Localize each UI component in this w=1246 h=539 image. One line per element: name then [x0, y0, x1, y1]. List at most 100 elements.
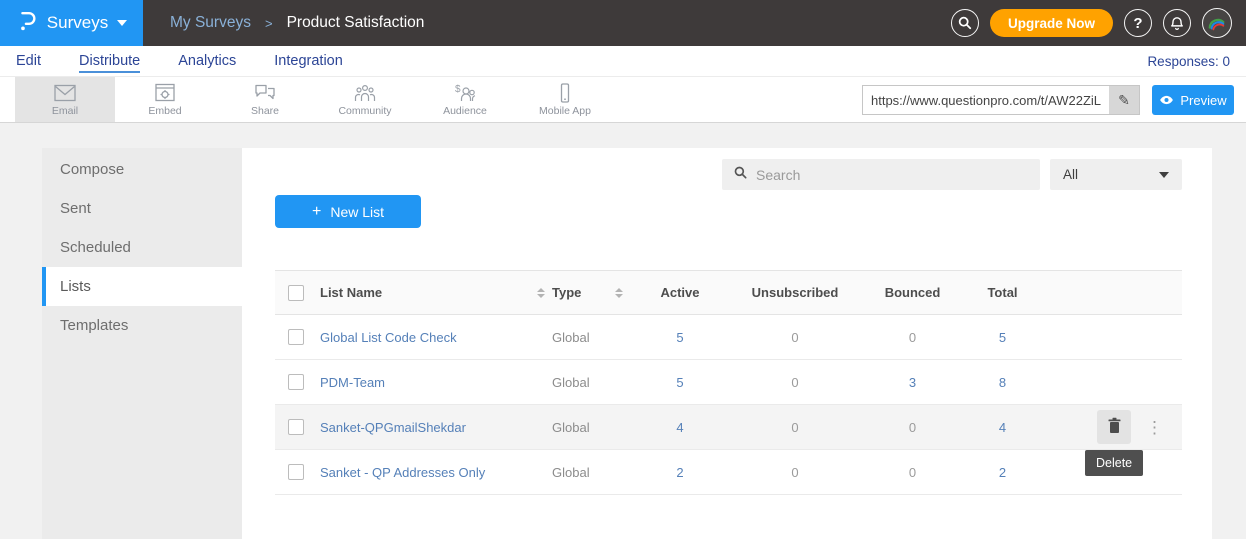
list-name-link[interactable]: PDM-Team	[320, 375, 530, 390]
total-count[interactable]: 4	[965, 420, 1040, 435]
chevron-down-icon	[117, 20, 127, 26]
brand-label: Surveys	[47, 13, 108, 33]
unsubscribed-count[interactable]: 0	[730, 375, 860, 390]
list-filter-dropdown[interactable]: All	[1050, 159, 1182, 190]
tool-audience-label: Audience	[443, 105, 487, 117]
unsubscribed-count[interactable]: 0	[730, 465, 860, 480]
help-icon[interactable]: ?	[1124, 9, 1152, 37]
lists-panel: All + New List List Name Type Active Uns…	[242, 148, 1212, 539]
user-avatar-icon[interactable]	[1202, 8, 1232, 38]
surveys-product-menu[interactable]: Surveys	[0, 0, 143, 46]
table-header-row: List Name Type Active Unsubscribed Bounc…	[275, 270, 1182, 315]
search-icon	[734, 166, 747, 184]
tool-email-label: Email	[52, 105, 78, 117]
bounced-count[interactable]: 0	[860, 420, 965, 435]
header-actions: Upgrade Now ?	[951, 8, 1246, 38]
bounced-count[interactable]: 0	[860, 330, 965, 345]
active-count[interactable]: 4	[630, 420, 730, 435]
notifications-bell-icon[interactable]	[1163, 9, 1191, 37]
tab-analytics[interactable]: Analytics	[178, 53, 236, 69]
tool-community[interactable]: Community	[315, 77, 415, 122]
list-type: Global	[552, 465, 608, 480]
preview-button[interactable]: Preview	[1152, 85, 1234, 115]
total-count[interactable]: 2	[965, 465, 1040, 480]
sidebar-item-compose[interactable]: Compose	[42, 150, 242, 189]
col-active: Active	[630, 285, 730, 300]
tab-integration[interactable]: Integration	[274, 53, 343, 69]
list-type: Global	[552, 330, 608, 345]
new-list-label: New List	[330, 204, 384, 220]
total-count[interactable]: 8	[965, 375, 1040, 390]
sidebar-item-templates[interactable]: Templates	[42, 306, 242, 345]
preview-label: Preview	[1180, 93, 1226, 108]
row-checkbox[interactable]	[288, 419, 304, 435]
breadcrumb: My Surveys > Product Satisfaction	[170, 14, 424, 32]
tab-distribute[interactable]: Distribute	[79, 53, 140, 69]
upgrade-now-button[interactable]: Upgrade Now	[990, 9, 1113, 37]
sidebar-item-lists[interactable]: Lists	[42, 267, 242, 306]
col-total: Total	[965, 285, 1040, 300]
active-count[interactable]: 5	[630, 375, 730, 390]
list-name-link[interactable]: Sanket - QP Addresses Only	[320, 465, 530, 480]
tab-edit[interactable]: Edit	[16, 53, 41, 69]
audience-icon: $	[453, 83, 477, 103]
breadcrumb-separator: >	[265, 16, 273, 31]
tool-mobile-app[interactable]: Mobile App	[515, 77, 615, 122]
col-bounced: Bounced	[860, 285, 965, 300]
row-checkbox[interactable]	[288, 329, 304, 345]
table-row: Global List Code Check Global 5 0 0 5	[275, 315, 1182, 360]
tool-audience[interactable]: $ Audience	[415, 77, 515, 122]
total-count[interactable]: 5	[965, 330, 1040, 345]
unsubscribed-count[interactable]: 0	[730, 420, 860, 435]
list-search	[722, 159, 1040, 190]
col-list-name[interactable]: List Name	[320, 285, 530, 300]
email-sidebar: Compose Sent Scheduled Lists Templates	[42, 148, 242, 539]
sort-icon[interactable]	[608, 288, 630, 298]
list-type: Global	[552, 420, 608, 435]
app-window: Surveys My Surveys > Product Satisfactio…	[0, 0, 1246, 539]
responses-count[interactable]: Responses: 0	[1147, 54, 1230, 69]
bounced-count[interactable]: 0	[860, 465, 965, 480]
email-icon	[53, 83, 77, 103]
sidebar-item-scheduled[interactable]: Scheduled	[42, 228, 242, 267]
survey-url-input[interactable]	[863, 86, 1109, 114]
list-name-link[interactable]: Global List Code Check	[320, 330, 530, 345]
kebab-menu-icon[interactable]: ⋮	[1143, 413, 1167, 443]
search-icon[interactable]	[951, 9, 979, 37]
questionpro-logo-icon	[16, 9, 38, 38]
filter-value: All	[1063, 167, 1078, 182]
search-input[interactable]	[756, 167, 1028, 183]
edit-url-pencil-icon[interactable]: ✎	[1109, 86, 1139, 114]
survey-url-field: ✎	[862, 85, 1140, 115]
breadcrumb-my-surveys[interactable]: My Surveys	[170, 14, 251, 32]
tool-community-label: Community	[338, 105, 391, 117]
sort-icon[interactable]	[530, 288, 552, 298]
tool-embed[interactable]: Embed	[115, 77, 215, 122]
bounced-count[interactable]: 3	[860, 375, 965, 390]
col-type[interactable]: Type	[552, 285, 608, 300]
distribute-toolbar: Email Embed Share Community $ Audience	[0, 77, 1246, 123]
table-row: Sanket - QP Addresses Only Global 2 0 0 …	[275, 450, 1182, 495]
row-checkbox[interactable]	[288, 374, 304, 390]
tool-share[interactable]: Share	[215, 77, 315, 122]
select-all-checkbox[interactable]	[288, 285, 304, 301]
list-type: Global	[552, 375, 608, 390]
unsubscribed-count[interactable]: 0	[730, 330, 860, 345]
active-count[interactable]: 2	[630, 465, 730, 480]
col-unsubscribed: Unsubscribed	[730, 285, 860, 300]
row-checkbox[interactable]	[288, 464, 304, 480]
tool-embed-label: Embed	[148, 105, 181, 117]
active-count[interactable]: 5	[630, 330, 730, 345]
list-name-link[interactable]: Sanket-QPGmailShekdar	[320, 420, 530, 435]
survey-nav: Edit Distribute Analytics Integration Re…	[0, 46, 1246, 77]
trash-icon	[1107, 417, 1122, 437]
sidebar-item-sent[interactable]: Sent	[42, 189, 242, 228]
table-row-hovered: Sanket-QPGmailShekdar Global 4 0 0 4 ⋮	[275, 405, 1182, 450]
top-header: Surveys My Surveys > Product Satisfactio…	[0, 0, 1246, 46]
tool-share-label: Share	[251, 105, 279, 117]
delete-list-button[interactable]	[1097, 410, 1131, 444]
delete-tooltip: Delete	[1085, 450, 1143, 476]
tool-email[interactable]: Email	[15, 77, 115, 122]
page-title: Product Satisfaction	[287, 14, 425, 32]
new-list-button[interactable]: + New List	[275, 195, 421, 228]
